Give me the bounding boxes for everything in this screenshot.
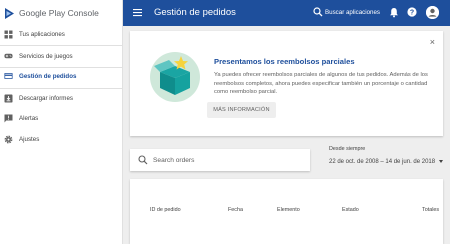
app-name: Google Play Console xyxy=(19,8,99,18)
search-orders-input[interactable] xyxy=(153,153,303,167)
svg-text:?: ? xyxy=(410,10,414,17)
alert-icon xyxy=(4,114,13,123)
date-range-value: 22 de oct. de 2008 – 14 de jun. de 2018 xyxy=(329,158,436,165)
search-orders-box xyxy=(130,149,310,171)
column-header-date[interactable]: Fecha xyxy=(228,207,243,213)
column-header-order-id[interactable]: ID de pedido xyxy=(150,207,181,213)
orders-table: ID de pedido Fecha Elemento Estado Total… xyxy=(130,179,443,244)
brand[interactable]: Google Play Console xyxy=(0,0,122,26)
play-console-logo xyxy=(5,7,14,19)
page-title: Gestión de pedidos xyxy=(154,7,236,18)
bell-icon[interactable] xyxy=(389,7,399,18)
top-app-bar: Gestión de pedidos Buscar aplicaciones ? xyxy=(123,0,450,26)
sidebar: Google Play Console Tus aplicaciones Ser… xyxy=(0,0,123,244)
apps-icon xyxy=(4,30,13,39)
sidebar-item-alerts[interactable]: Alertas xyxy=(0,109,123,127)
column-header-totals[interactable]: Totales xyxy=(422,207,439,213)
gamepad-icon xyxy=(4,52,13,61)
account-icon xyxy=(426,6,439,19)
sidebar-item-download-reports[interactable]: Descargar informes xyxy=(0,89,123,107)
help-icon[interactable]: ? xyxy=(407,7,417,17)
search-icon xyxy=(138,155,148,165)
settings-icon xyxy=(4,135,13,144)
sidebar-item-label: Tus aplicaciones xyxy=(19,30,65,38)
menu-icon[interactable] xyxy=(133,8,142,17)
avatar[interactable] xyxy=(426,6,439,19)
date-range-label: Desde siempre xyxy=(329,146,366,152)
partial-refunds-promo-card: × Presentamos los reembolsos parciales Y… xyxy=(130,31,443,136)
date-range-select[interactable]: 22 de oct. de 2008 – 14 de jun. de 2018 xyxy=(329,156,445,167)
sidebar-item-label: Ajustes xyxy=(19,135,40,143)
column-header-item[interactable]: Elemento xyxy=(277,207,300,213)
sidebar-item-apps[interactable]: Tus aplicaciones xyxy=(0,25,123,43)
sidebar-item-label: Descargar informes xyxy=(19,94,73,102)
promo-body: Ya puedes ofrecer reembolsos parciales d… xyxy=(214,72,428,96)
sidebar-item-order-management[interactable]: Gestión de pedidos xyxy=(0,67,123,85)
sidebar-item-label: Alertas xyxy=(19,114,39,122)
promo-title: Presentamos los reembolsos parciales xyxy=(214,57,355,66)
sidebar-item-settings[interactable]: Ajustes xyxy=(0,130,123,148)
sidebar-item-label: Servicios de juegos xyxy=(19,52,73,60)
close-icon[interactable]: × xyxy=(430,37,435,47)
search-apps-button[interactable]: Buscar aplicaciones xyxy=(325,9,380,16)
column-header-status[interactable]: Estado xyxy=(342,207,359,213)
download-report-icon xyxy=(4,94,13,103)
search-icon[interactable] xyxy=(313,7,323,17)
credit-card-icon xyxy=(4,72,13,81)
learn-more-button[interactable]: MÁS INFORMACIÓN xyxy=(207,102,276,118)
sidebar-item-label: Gestión de pedidos xyxy=(19,72,77,80)
chevron-down-icon xyxy=(439,160,444,163)
sidebar-item-game-services[interactable]: Servicios de juegos xyxy=(0,47,123,65)
divider xyxy=(0,45,123,46)
refund-box-illustration xyxy=(150,52,200,102)
